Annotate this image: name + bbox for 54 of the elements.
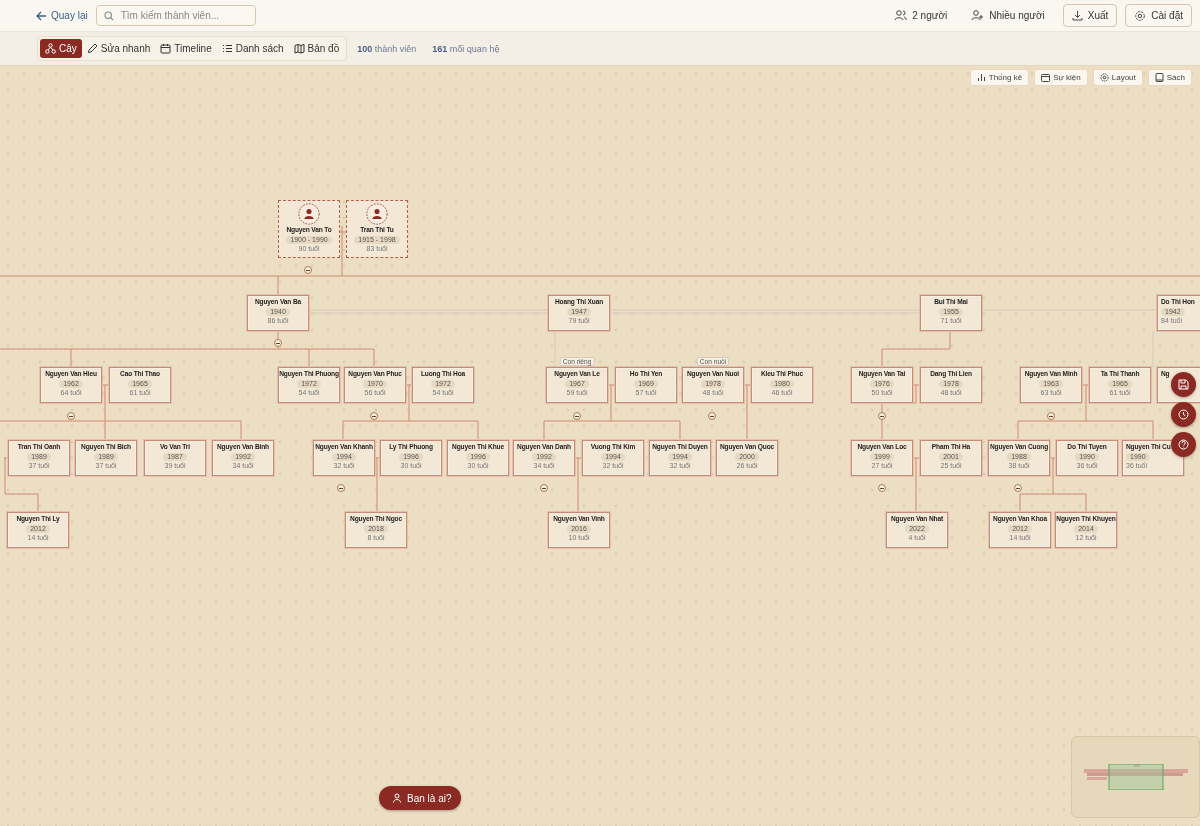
collapse-button[interactable] [1047,412,1055,420]
collapse-button[interactable] [878,484,886,492]
view-tab[interactable]: Danh sách [216,39,289,58]
bar-chart-icon [976,73,986,82]
collapse-button[interactable] [274,339,282,347]
tree-icon [45,43,56,54]
calendar-icon [1041,73,1051,82]
back-link[interactable]: Quay lại [36,10,88,21]
calendar-icon [160,43,172,54]
save-icon [1178,379,1189,390]
view-tab[interactable]: Bản đồ [288,39,345,58]
person-icon [392,793,402,803]
people-button[interactable]: 2 người [884,4,958,27]
collapse-button[interactable] [337,484,345,492]
view-tab[interactable]: Sửa nhanh [81,39,156,58]
collapse-button[interactable] [878,412,886,420]
help-button[interactable] [1171,432,1196,457]
identify-button[interactable]: Bạn là ai? [379,786,462,810]
stat-text: 100 thành viên [357,43,417,54]
download-icon [1071,10,1083,21]
people-icon [894,10,908,21]
book-icon [1154,73,1164,82]
collapse-button[interactable] [370,412,378,420]
history-button[interactable] [1171,402,1196,427]
pencil-icon [86,43,98,54]
stat-text: 161 mối quan hệ [432,43,500,54]
collapse-button[interactable] [540,484,548,492]
events-button[interactable]: Sự kiện [1034,69,1088,86]
stats-button[interactable]: Thống kê [969,69,1030,86]
map-icon [293,43,305,54]
search-icon [103,11,114,21]
collapse-button[interactable] [573,412,581,420]
list-icon [221,43,233,54]
settings-icon [1099,73,1109,82]
group-button[interactable]: Nhiều người [961,4,1055,27]
collapse-button[interactable] [67,412,75,420]
arrow-left-icon [36,10,47,21]
book-button[interactable]: Sách [1147,69,1192,86]
export-button[interactable]: Xuất [1062,4,1118,27]
view-tab[interactable]: Cây [40,39,82,58]
search-field[interactable]: Tìm kiếm thành viên... [95,5,256,26]
settings-button[interactable]: Cài đặt [1125,4,1192,27]
settings-icon [1134,9,1147,22]
collapse-button[interactable] [1014,484,1022,492]
layout-button[interactable]: Layout [1092,69,1143,86]
collapse-button[interactable] [304,266,312,274]
help-icon [1178,439,1189,450]
people-icon [971,10,985,21]
person-avatar-icon [366,203,388,225]
view-tab[interactable]: Timeline [155,39,217,58]
collapse-button[interactable] [708,412,716,420]
clock-icon [1178,409,1189,420]
connector-line [881,330,951,368]
person-avatar-icon [298,203,320,225]
